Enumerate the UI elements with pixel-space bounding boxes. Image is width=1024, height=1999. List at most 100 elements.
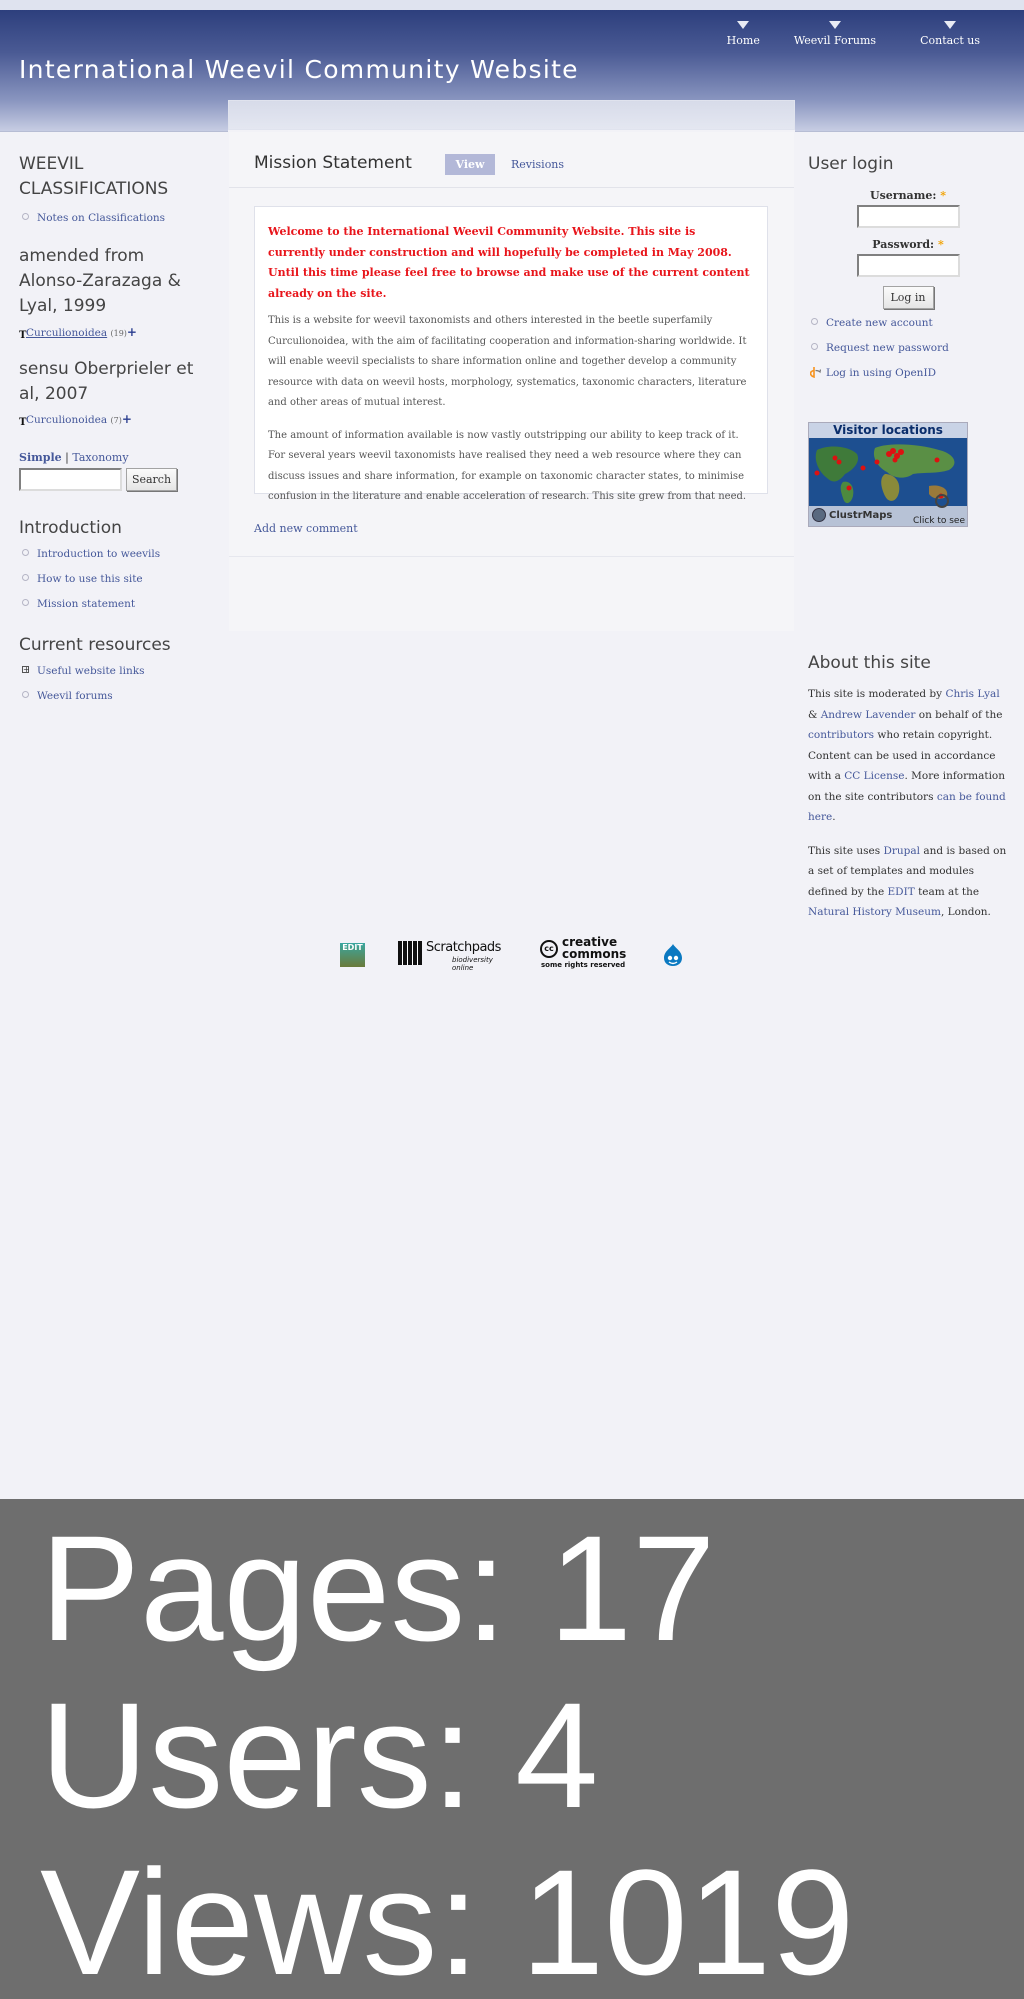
- site-title[interactable]: International Weevil Community Website: [19, 55, 579, 84]
- search-button[interactable]: Search: [126, 468, 177, 491]
- username-field[interactable]: [856, 205, 960, 228]
- creative-commons-logo[interactable]: cc creative commons some rights reserved: [540, 935, 634, 971]
- clustrmaps-brand: ClustrMaps: [829, 510, 893, 521]
- request-password-link-item[interactable]: Request new password: [808, 341, 1008, 366]
- menu-link[interactable]: Useful website links: [37, 665, 144, 677]
- cc-subtext: some rights reserved: [541, 961, 626, 969]
- visitor-map-widget[interactable]: Visitor locations ClustrMaps Click to se…: [808, 422, 968, 527]
- create-account-link[interactable]: Create new account: [826, 317, 933, 329]
- contributors-link[interactable]: contributors: [808, 729, 874, 741]
- introduction-menu: Introduction to weevils How to use this …: [19, 547, 219, 622]
- edit-logo[interactable]: EDIT: [340, 943, 365, 967]
- right-sidebar: User login Username: * Password: * Log i…: [808, 152, 1008, 923]
- menu-item-how-to-use[interactable]: How to use this site: [19, 572, 219, 597]
- menu-link[interactable]: Introduction to weevils: [37, 548, 160, 560]
- scratchpads-text: Scratchpads: [426, 940, 501, 955]
- search-tab-taxonomy[interactable]: Taxonomy: [72, 451, 128, 464]
- add-comment-link[interactable]: Add new comment: [254, 522, 358, 535]
- nav-contact-us-label: Contact us: [920, 34, 980, 47]
- bullet-icon: [22, 574, 29, 581]
- nav-pointer-icon: [828, 21, 841, 29]
- login-button[interactable]: Log in: [882, 286, 934, 309]
- about-text: This site is moderated by: [808, 688, 946, 700]
- nav-weevil-forums[interactable]: Weevil Forums: [793, 21, 877, 47]
- mission-content: Welcome to the International Weevil Comm…: [254, 206, 768, 502]
- menu-link[interactable]: How to use this site: [37, 573, 143, 585]
- about-text: on behalf of the: [915, 708, 1003, 721]
- introduction-title: Introduction: [19, 518, 122, 538]
- nav-contact-us[interactable]: Contact us: [920, 21, 980, 47]
- tab-view[interactable]: View: [445, 154, 495, 175]
- cc-license-link[interactable]: CC License: [844, 770, 904, 782]
- about-text: This site uses: [808, 844, 884, 857]
- stat-pages: Pages: 17: [40, 1504, 716, 1672]
- menu-link[interactable]: Weevil forums: [37, 690, 113, 702]
- stat-views: Views: 1019: [40, 1838, 855, 1999]
- taxonomy-term-link[interactable]: Curculionoidea: [26, 414, 107, 426]
- main-inner: Mission Statement View Revisions Welcome…: [229, 132, 794, 631]
- cc-text-commons: commons: [562, 947, 627, 961]
- password-label: Password: *: [808, 238, 1008, 251]
- about-title: About this site: [808, 653, 931, 673]
- click-to-see-label: Click to see: [913, 516, 965, 526]
- taxonomy-tree-item: T Curculionoidea (19)+: [19, 325, 219, 341]
- request-password-link[interactable]: Request new password: [826, 342, 949, 354]
- nav-weevil-forums-label: Weevil Forums: [793, 34, 877, 47]
- expand-plus-icon[interactable]: +: [127, 325, 137, 339]
- openid-login-link-item[interactable]: Log in using OpenID: [808, 366, 1008, 391]
- taxonomy-count: (7): [110, 416, 122, 425]
- main-top-bar: [228, 100, 795, 130]
- nav-home[interactable]: Home: [727, 21, 760, 47]
- current-resources-menu: Useful website links Weevil forums: [19, 663, 219, 714]
- visitor-map-title: Visitor locations: [809, 423, 967, 438]
- natural-history-museum-link[interactable]: Natural History Museum: [808, 906, 941, 918]
- edit-link[interactable]: EDIT: [888, 886, 915, 898]
- password-label-text: Password:: [872, 238, 935, 251]
- taxonomy-term-link[interactable]: Curculionoidea: [26, 327, 107, 339]
- nav-pointer-icon: [737, 21, 750, 29]
- menu-item-weevil-forums[interactable]: Weevil forums: [19, 689, 219, 714]
- menu-item-introduction-to-weevils[interactable]: Introduction to weevils: [19, 547, 219, 572]
- cc-icon: cc: [540, 940, 558, 958]
- search-tab-simple[interactable]: Simple: [19, 451, 62, 464]
- create-account-link-item[interactable]: Create new account: [808, 316, 1008, 341]
- password-field[interactable]: [856, 254, 960, 277]
- visitor-map-footer: ClustrMaps Click to see: [809, 494, 967, 526]
- menu-link[interactable]: Notes on Classifications: [37, 212, 165, 224]
- andrew-lavender-link[interactable]: Andrew Lavender: [821, 709, 916, 721]
- taxonomy-oberprieler-title: sensu Oberprieler et al, 2007: [19, 359, 194, 404]
- expand-plus-icon[interactable]: +: [122, 412, 132, 426]
- bullet-icon: [22, 549, 29, 556]
- bullet-icon: [811, 343, 818, 350]
- about-text: &: [808, 708, 821, 721]
- menu-item-mission-statement[interactable]: Mission statement: [19, 597, 219, 622]
- nav-pointer-icon: [944, 21, 957, 29]
- taxonomy-alonso-title: amended from Alonso-Zarazaga & Lyal, 199…: [19, 246, 181, 316]
- menu-item-useful-website-links[interactable]: Useful website links: [19, 663, 219, 689]
- expand-plus-icon[interactable]: [22, 663, 30, 677]
- drupal-icon[interactable]: [662, 943, 684, 967]
- body-paragraph: This is a website for weevil taxonomists…: [268, 315, 747, 408]
- bullet-icon: [22, 691, 29, 698]
- required-marker: *: [937, 238, 944, 251]
- magnifier-icon: [935, 494, 949, 508]
- menu-item-notes-on-classifications[interactable]: Notes on Classifications: [19, 211, 219, 236]
- page-title: Mission Statement: [254, 153, 412, 173]
- openid-icon: [809, 366, 822, 382]
- bullet-icon: [22, 599, 29, 606]
- tree-node-icon: T: [19, 330, 27, 341]
- menu-link[interactable]: Mission statement: [37, 598, 135, 610]
- left-sidebar: WEEVIL CLASSIFICATIONS Notes on Classifi…: [19, 152, 219, 714]
- bullet-icon: [22, 213, 29, 220]
- tab-revisions[interactable]: Revisions: [511, 158, 564, 171]
- scratchpads-logo[interactable]: Scratchpads biodiversity online: [398, 940, 510, 972]
- chris-lyal-link[interactable]: Chris Lyal: [945, 688, 999, 700]
- drupal-link[interactable]: Drupal: [883, 845, 920, 857]
- about-text: .: [832, 811, 836, 823]
- page-tabs-row: Mission Statement View Revisions: [229, 132, 794, 188]
- search-form: Search: [19, 468, 219, 491]
- search-input[interactable]: [19, 468, 122, 491]
- openid-login-link[interactable]: Log in using OpenID: [826, 367, 936, 379]
- login-form: Username: * Password: * Log in: [808, 189, 1008, 309]
- stats-overlay: Pages: 17 Users: 4 Views: 1019: [0, 1499, 1024, 1999]
